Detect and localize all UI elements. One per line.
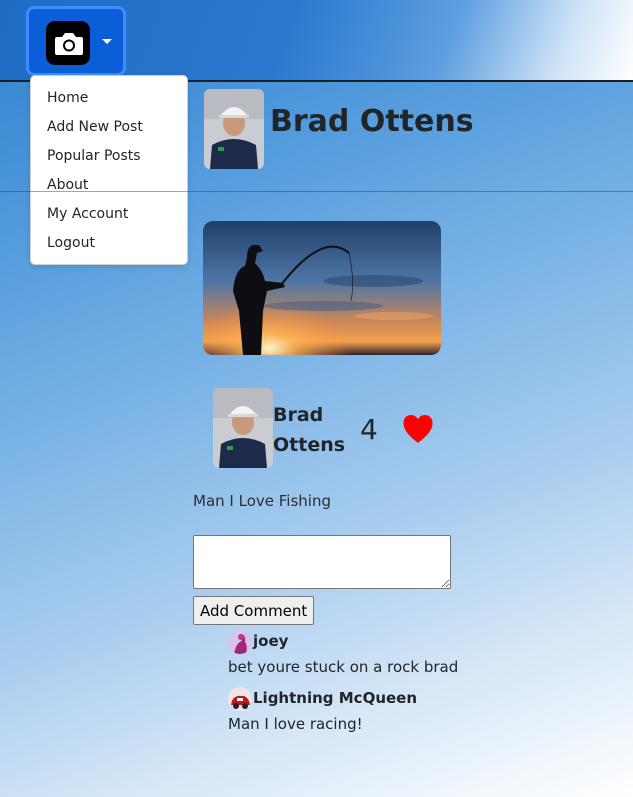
menu-item-logout[interactable]: Logout: [31, 229, 187, 258]
chevron-down-icon: [102, 39, 112, 44]
avatar: [228, 630, 252, 654]
heart-icon[interactable]: [402, 414, 434, 448]
post-caption: Man I Love Fishing: [193, 492, 331, 510]
comment-text: bet youre stuck on a rock brad: [228, 658, 459, 676]
menu-item-my-account[interactable]: My Account: [31, 200, 187, 229]
author-avatar: [213, 388, 273, 468]
menu-dropdown-button[interactable]: [26, 6, 126, 76]
comment-input[interactable]: [193, 535, 451, 589]
profile-name: Brad Ottens: [270, 104, 474, 139]
avatar: [228, 687, 252, 711]
add-comment-button[interactable]: Add Comment: [193, 596, 315, 625]
comment-text: Man I love racing!: [228, 715, 363, 733]
profile-avatar: [204, 89, 264, 169]
post-image: [203, 221, 441, 355]
comment-username[interactable]: joey: [253, 632, 288, 650]
post-author-name: Brad Ottens: [273, 404, 346, 456]
like-count: 4: [360, 413, 378, 446]
top-nav-bar: [0, 0, 633, 82]
camera-icon: [46, 21, 90, 65]
comment-username[interactable]: Lightning McQueen: [253, 689, 417, 707]
